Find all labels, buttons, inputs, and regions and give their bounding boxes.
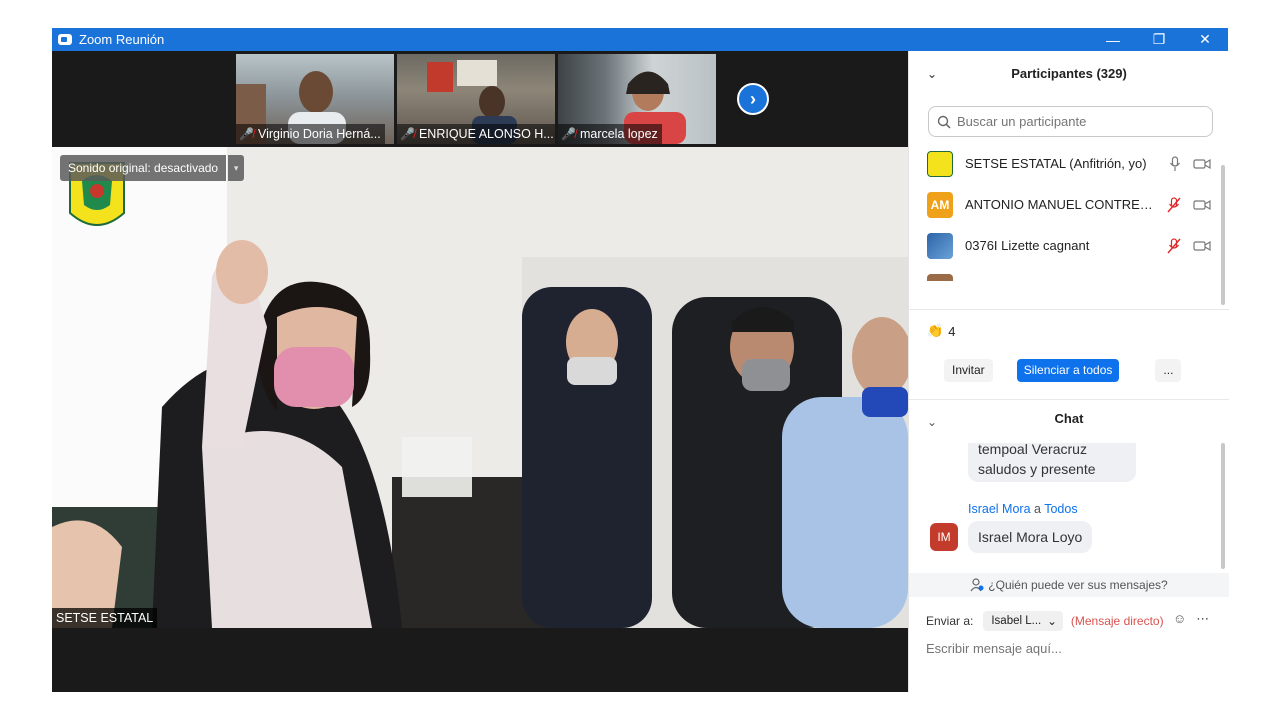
more-options-icon[interactable]: ⋯ [1196,611,1209,627]
send-to-label: Enviar a: [926,614,974,628]
divider [909,309,1229,310]
participant-actions: Invitar Silenciar a todos ... [909,359,1229,382]
avatar: AM [927,191,953,218]
original-sound-toggle[interactable]: Sonido original: desactivado ▾ [60,155,245,181]
muted-microphone-icon[interactable] [1167,196,1181,213]
muted-mic-icon: 🎤̸ [561,127,576,141]
video-camera-icon[interactable] [1193,199,1211,211]
divider [909,399,1229,400]
message-text: Israel Mora Loyo [978,529,1083,545]
participants-scrollbar[interactable] [1221,165,1225,305]
to-word: a [1034,502,1041,516]
participant-status-icons [1169,155,1211,172]
who-can-see-messages[interactable]: ¿Quién puede ver sus mensajes? [909,573,1229,597]
next-page-arrow-icon[interactable]: › [737,83,769,115]
clap-icon: 👏 [927,323,944,338]
window-title: Zoom Reunión [79,32,165,47]
active-speaker-video: Sonido original: desactivado ▾ SETSE EST… [52,147,908,628]
message-line: tempoal Veracruz [978,443,1087,457]
restore-button[interactable]: ❐ [1136,28,1182,51]
direct-message-label: (Mensaje directo) [1070,614,1164,628]
mute-all-button[interactable]: Silenciar a todos [1016,359,1120,382]
participant-row[interactable]: SETSE ESTATAL (Anfitrión, yo) [909,143,1221,184]
participants-header: ⌄ Participantes (329) [909,51,1229,95]
chat-title: Chat [1054,411,1084,426]
participant-name: ANTONIO MANUEL CONTRER... [965,197,1160,212]
speaker-name-label: SETSE ESTATAL [52,608,158,628]
thumbnail-name-label: 🎤̸ ENRIQUE ALONSO H... [397,124,555,144]
avatar [927,150,953,177]
video-thumbnail[interactable]: 🎤̸ Virginio Doria Herná... [236,54,394,144]
invite-button[interactable]: Invitar [944,359,993,382]
avatar [927,232,953,259]
participant-status-icons [1167,196,1211,213]
video-thumbnail[interactable]: 🎤̸ marcela lopez [558,54,716,144]
participant-name: SETSE ESTATAL (Anfitrión, yo) [965,156,1147,171]
zoom-logo-icon [58,34,72,45]
chat-message-bubble: Israel Mora Loyo [968,521,1093,553]
recipient-dropdown[interactable]: Isabel L... ⌄ [983,611,1063,631]
recipient-value[interactable]: Isabel L... [991,615,1041,627]
person-info-icon [970,578,984,592]
muted-mic-icon: 🎤̸ [400,127,415,141]
more-options-button[interactable]: ... [1155,359,1182,382]
participant-name: ENRIQUE ALONSO H... [418,127,554,141]
participant-name: 0376I Lizette cagnant [965,238,1090,253]
chevron-down-icon[interactable]: ⌄ [927,67,937,81]
chevron-down-icon[interactable]: ▾ [228,155,245,181]
video-camera-icon[interactable] [1193,240,1211,252]
side-panel: ⌄ Participantes (329) SETSE ESTATAL (Anf… [908,51,1229,692]
minimize-button[interactable]: — [1090,28,1136,51]
chat-tools: ☺ ⋯ [1173,611,1209,627]
close-button[interactable]: ✕ [1182,28,1228,51]
participant-name: marcela lopez [579,127,658,141]
reaction-count: 👏 4 [927,323,955,339]
video-thumbnail[interactable]: 🎤̸ ENRIQUE ALONSO H... [397,54,555,144]
participant-search[interactable] [928,106,1213,137]
thumbnail-name-label: 🎤̸ marcela lopez [558,124,662,144]
video-camera-icon[interactable] [1193,158,1211,170]
participant-status-icons [1167,237,1211,254]
participant-row[interactable] [909,266,1221,281]
recipient-name[interactable]: Todos [1044,502,1077,516]
chat-messages: tempoal Veracruz saludos y presente Isra… [909,443,1221,573]
video-stage: 🎤̸ Virginio Doria Herná... 🎤̸ ENRIQUE AL… [52,51,908,692]
participants-title: Participantes (329) [1011,65,1127,81]
title-bar: Zoom Reunión — ❐ ✕ [52,28,1228,51]
thumbnail-name-label: 🎤̸ Virginio Doria Herná... [236,124,385,144]
message-sender: Israel Mora a Todos [968,502,1078,516]
thumbnail-strip: 🎤̸ Virginio Doria Herná... 🎤̸ ENRIQUE AL… [236,54,716,144]
microphone-icon[interactable] [1169,155,1181,172]
zoom-window: Zoom Reunión — ❐ ✕ 🎤̸ Virginio Doria Her… [52,28,1229,692]
send-to-row: Enviar a: Isabel L... ⌄ (Mensaje directo… [926,611,1164,631]
participant-row[interactable]: 0376I Lizette cagnant [909,225,1221,266]
chat-scrollbar[interactable] [1221,443,1225,569]
participant-row[interactable]: AM ANTONIO MANUEL CONTRER... [909,184,1221,225]
who-sees-label[interactable]: ¿Quién puede ver sus mensajes? [988,578,1167,592]
chat-message-bubble: tempoal Veracruz saludos y presente [968,443,1136,482]
message-line: saludos y presente [978,461,1096,477]
participants-list: SETSE ESTATAL (Anfitrión, yo) AM ANTONIO… [909,143,1221,281]
speaker-video-scene [52,147,908,628]
clap-count: 4 [948,323,956,339]
chat-message-input[interactable] [926,641,1216,656]
emoji-icon[interactable]: ☺ [1173,611,1186,627]
muted-mic-icon: 🎤̸ [239,127,254,141]
avatar [927,273,953,281]
participant-name: Virginio Doria Herná... [257,127,381,141]
original-sound-label[interactable]: Sonido original: desactivado [60,155,227,181]
muted-microphone-icon[interactable] [1167,237,1181,254]
avatar: IM [930,523,958,551]
sender-name[interactable]: Israel Mora [968,502,1031,516]
window-controls: — ❐ ✕ [1090,28,1228,51]
chevron-down-icon: ⌄ [1047,616,1057,628]
search-input[interactable] [957,114,1197,129]
search-icon [937,115,951,129]
